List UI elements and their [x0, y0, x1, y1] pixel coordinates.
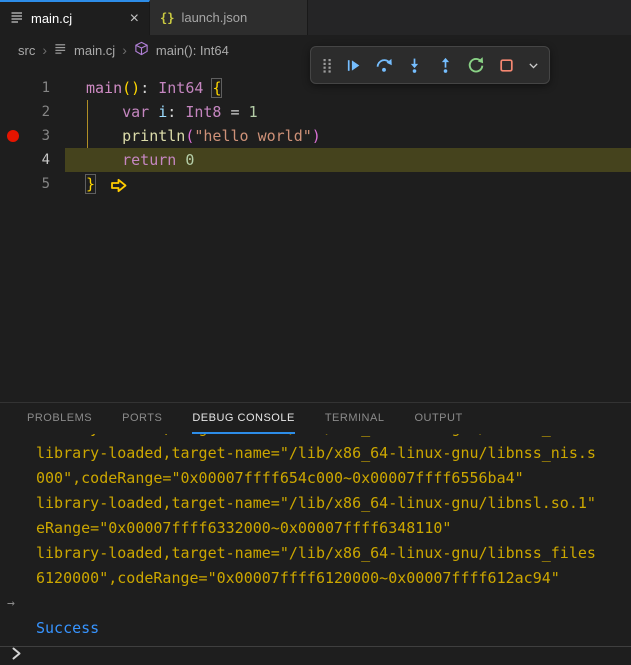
continue-icon[interactable]: [344, 54, 364, 76]
breadcrumb-file[interactable]: main.cj: [74, 43, 115, 58]
symbol-cube-icon: [134, 41, 149, 59]
code-line-5: 5 }: [0, 172, 631, 196]
console-input-echo: -exec n: [0, 591, 631, 616]
json-braces-icon: {}: [160, 11, 174, 25]
line-number: 5: [28, 172, 50, 196]
tab-launch-json[interactable]: {} launch.json: [150, 0, 308, 35]
breakpoint-gutter[interactable]: [0, 124, 28, 148]
stop-icon[interactable]: [496, 54, 516, 76]
restart-icon[interactable]: [465, 54, 485, 76]
chevron-right-icon: ›: [42, 42, 47, 58]
tab-label: main.cj: [31, 11, 72, 26]
bottom-panel: PROBLEMS PORTS DEBUG CONSOLE TERMINAL OU…: [0, 402, 631, 665]
console-line: library-loaded,target-name="/lib/x86_64-…: [0, 441, 631, 466]
console-line: eRange="0x00007ffff6332000~0x00007ffff63…: [0, 516, 631, 541]
chevron-down-icon[interactable]: [526, 54, 540, 76]
breakpoint-icon[interactable]: [7, 130, 19, 142]
chevron-right-icon: [11, 647, 22, 665]
breakpoint-gutter[interactable]: [0, 172, 28, 196]
file-lines-icon: [54, 42, 67, 58]
debug-console-input[interactable]: [0, 646, 631, 665]
file-lines-icon: [10, 10, 24, 27]
console-result: Success: [0, 616, 631, 641]
step-over-icon[interactable]: [374, 54, 394, 76]
console-line: 6120000",codeRange="0x00007ffff6120000~0…: [0, 566, 631, 591]
step-out-icon[interactable]: [435, 54, 455, 76]
code-line-4-current: 4 return 0: [0, 148, 631, 172]
breakpoint-gutter[interactable]: [0, 148, 28, 172]
tab-problems[interactable]: PROBLEMS: [27, 403, 92, 434]
console-line: library-loaded,target-name="/lib/x86_64-…: [0, 541, 631, 566]
tab-main-cj[interactable]: main.cj ×: [0, 0, 150, 35]
code-line-3: 3 println("hello world"): [0, 124, 631, 148]
breakpoint-gutter[interactable]: [0, 100, 28, 124]
line-number: 1: [28, 76, 50, 100]
code-line-2: 2 var i: Int8 = 1: [0, 100, 631, 124]
line-number: 2: [28, 100, 50, 124]
debug-toolbar: [310, 46, 550, 84]
step-into-icon[interactable]: [405, 54, 425, 76]
breadcrumb-src[interactable]: src: [18, 43, 35, 58]
code-editor[interactable]: 1 main(): Int64 { 2 var i: Int8 = 1 3 pr…: [0, 76, 631, 196]
close-icon[interactable]: ×: [130, 11, 139, 27]
clipped-console-line: library-loaded,target-name="/lib/x86_64-…: [0, 434, 631, 441]
tab-debug-console[interactable]: DEBUG CONSOLE: [192, 403, 294, 434]
breakpoint-gutter[interactable]: [0, 76, 28, 100]
panel-tab-bar: PROBLEMS PORTS DEBUG CONSOLE TERMINAL OU…: [0, 403, 631, 434]
debug-console-output[interactable]: library-loaded,target-name="/lib/x86_64-…: [0, 434, 631, 646]
tab-output[interactable]: OUTPUT: [414, 403, 462, 434]
tab-terminal[interactable]: TERMINAL: [325, 403, 385, 434]
line-number: 3: [28, 124, 50, 148]
input-echo-arrow-icon: [7, 591, 15, 616]
console-line: library-loaded,target-name="/lib/x86_64-…: [0, 491, 631, 516]
tab-ports[interactable]: PORTS: [122, 403, 162, 434]
editor-tab-bar: main.cj × {} launch.json: [0, 0, 631, 35]
breadcrumb-symbol[interactable]: main(): Int64: [156, 43, 229, 58]
chevron-right-icon: ›: [122, 42, 127, 58]
console-line: 000",codeRange="0x00007ffff654c000~0x000…: [0, 466, 631, 491]
gripper-icon[interactable]: [320, 54, 334, 76]
vscode-window: main.cj × {} launch.json src › main.cj ›…: [0, 0, 631, 665]
tab-label: launch.json: [181, 10, 247, 25]
